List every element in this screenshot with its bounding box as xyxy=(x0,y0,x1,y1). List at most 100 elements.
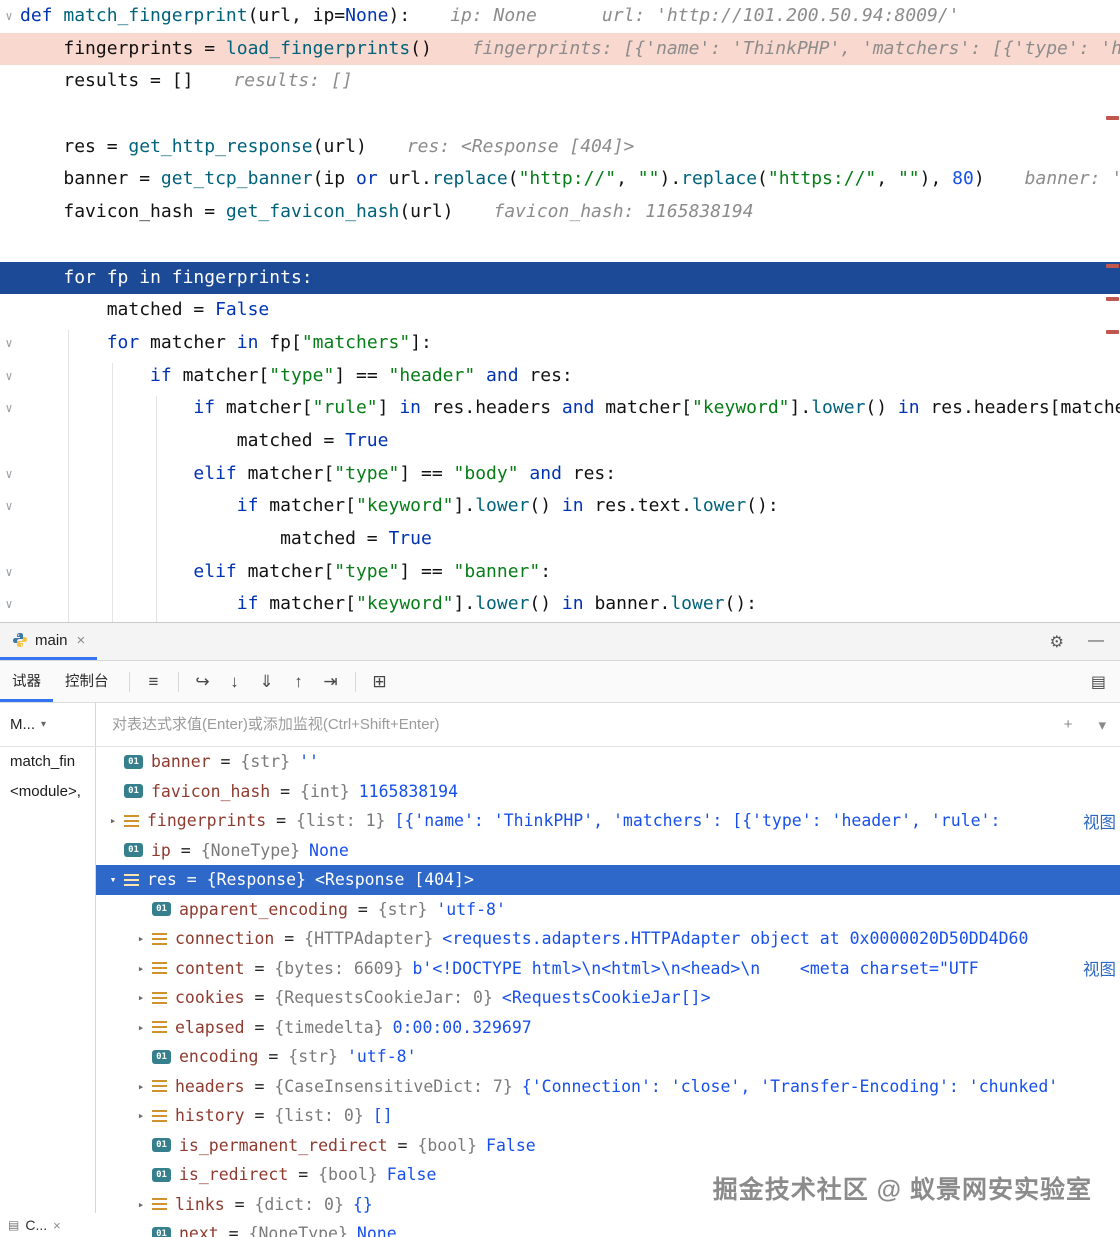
close-icon[interactable]: × xyxy=(53,1218,61,1233)
expand-chevron-icon[interactable]: ▸ xyxy=(130,962,152,975)
code-line[interactable]: favicon_hash = get_favicon_hash(url) favi… xyxy=(0,196,1120,229)
code-line[interactable]: ∨ if matcher["keyword"].lower() in banne… xyxy=(0,588,1120,621)
variable-row[interactable]: 01 is_permanent_redirect = {bool} False xyxy=(96,1131,1120,1161)
tab-debugger[interactable]: 试器 xyxy=(0,661,53,702)
variable-row[interactable]: ▸ links = {dict: 0}{} xyxy=(96,1190,1120,1220)
code-line[interactable]: for fp in fingerprints: xyxy=(0,261,1120,295)
code-line[interactable] xyxy=(0,98,1120,131)
code-line[interactable] xyxy=(0,229,1120,262)
code-line[interactable]: ∨ if matcher["keyword"].lower() in res.t… xyxy=(0,490,1120,523)
variable-row[interactable]: ▸ elapsed = {timedelta} 0:00:00.329697 xyxy=(96,1013,1120,1043)
variable-type: {CaseInsensitiveDict: 7} xyxy=(274,1076,513,1096)
variable-value: b'<!DOCTYPE html>\n<html>\n<head>\n <met… xyxy=(412,958,979,978)
fold-chevron-icon[interactable]: ∨ xyxy=(2,360,16,393)
error-stripe-mark[interactable] xyxy=(1106,116,1119,120)
expand-chevron-icon[interactable]: ▸ xyxy=(130,1021,152,1034)
session-tab-main[interactable]: main × xyxy=(0,623,98,660)
add-watch-icon[interactable]: + xyxy=(1064,716,1073,733)
expand-chevron-icon[interactable]: ▾ xyxy=(102,873,124,886)
variable-value: None xyxy=(356,1224,397,1237)
more-icon[interactable]: ≡ xyxy=(138,672,170,692)
variable-row[interactable]: ▸ content = {bytes: 6609} b'<!DOCTYPE html… xyxy=(96,954,1120,984)
chevron-down-icon[interactable]: ▾ xyxy=(1098,716,1106,734)
fold-chevron-icon[interactable]: ∨ xyxy=(2,588,16,621)
force-step-into-icon[interactable]: ⇓ xyxy=(251,672,283,692)
threads-combo[interactable]: M... ▾ xyxy=(0,703,96,746)
step-into-icon[interactable]: ↓ xyxy=(219,672,251,692)
view-link[interactable]: 视图 xyxy=(1083,809,1120,833)
step-out-icon[interactable]: ↑ xyxy=(283,672,315,692)
error-stripe-mark[interactable] xyxy=(1106,297,1119,301)
variable-row[interactable]: ▸ headers = {CaseInsensitiveDict: 7} {'Con… xyxy=(96,1072,1120,1102)
code-line[interactable]: ∨ if matcher["rule"] in res.headers and … xyxy=(0,392,1120,425)
expand-chevron-icon[interactable]: ▸ xyxy=(130,1109,152,1122)
code-line[interactable]: ∨ def match_fingerprint(url, ip=None): ip:… xyxy=(0,0,1120,33)
fold-chevron-icon[interactable]: ∨ xyxy=(2,392,16,425)
code-line[interactable]: ∨ elif matcher["type"] == "body" and res… xyxy=(0,458,1120,491)
variable-row[interactable]: 01 encoding = {str}'utf-8' xyxy=(96,1042,1120,1072)
evaluate-expression-input[interactable] xyxy=(110,715,1054,734)
fold-chevron-icon[interactable]: ∨ xyxy=(2,490,16,523)
run-to-cursor-icon[interactable]: ⇥ xyxy=(315,672,347,692)
view-breakpoints-icon[interactable]: ⊞ xyxy=(364,672,396,692)
gear-icon[interactable]: ⚙ xyxy=(1050,632,1064,652)
variable-row[interactable]: 01 next = {NoneType} None xyxy=(96,1219,1120,1237)
code-line[interactable]: matched = False xyxy=(0,294,1120,327)
separator xyxy=(128,671,130,692)
variable-name: apparent_encoding xyxy=(179,899,348,919)
variable-row[interactable]: ▸ history = {list: 0}[] xyxy=(96,1101,1120,1131)
variable-name: fingerprints xyxy=(147,811,267,831)
bottom-tab[interactable]: ▤ C... × xyxy=(0,1213,96,1237)
code-line[interactable]: results = [] results: [] xyxy=(0,65,1120,98)
fold-chevron-icon[interactable]: ∨ xyxy=(2,0,16,33)
variable-row[interactable]: 01 is_redirect = {bool} False xyxy=(96,1160,1120,1190)
view-link[interactable]: 视图 xyxy=(1083,956,1120,980)
tab-console[interactable]: 控制台 xyxy=(53,661,121,702)
close-icon[interactable]: × xyxy=(77,632,86,649)
expand-chevron-icon[interactable]: ▸ xyxy=(130,991,152,1004)
variable-row[interactable]: ▸ cookies = {RequestsCookieJar: 0} <Reques… xyxy=(96,983,1120,1013)
error-stripe-mark[interactable] xyxy=(1106,264,1119,268)
variable-name: links xyxy=(175,1194,225,1214)
variable-row[interactable]: ▸ fingerprints = {list: 1} [{'name': 'Thin… xyxy=(96,806,1120,836)
variable-type: {bytes: 6609} xyxy=(274,958,404,978)
code-line[interactable]: ∨ for matcher in fp["matchers"]: xyxy=(0,327,1120,360)
fold-chevron-icon[interactable]: ∨ xyxy=(2,458,16,491)
variable-row[interactable]: ▸ connection = {HTTPAdapter} <requests.ada… xyxy=(96,924,1120,954)
variable-name: is_permanent_redirect xyxy=(179,1135,388,1155)
error-stripe-mark[interactable] xyxy=(1106,330,1119,334)
code-line[interactable]: ∨ if matcher["type"] == "header" and res… xyxy=(0,360,1120,393)
minimize-icon[interactable]: — xyxy=(1088,632,1104,652)
code-line[interactable]: matched = True xyxy=(0,425,1120,458)
expand-chevron-icon[interactable]: ▸ xyxy=(130,932,152,945)
stack-frame[interactable]: <module>, xyxy=(0,777,95,807)
variable-row[interactable]: ▾ res = {Response} <Response [404]> xyxy=(96,865,1120,895)
fold-chevron-icon[interactable]: ∨ xyxy=(2,327,16,360)
code-line[interactable]: banner = get_tcp_banner(ip or url.replac… xyxy=(0,163,1120,196)
expand-chevron-icon[interactable]: ▸ xyxy=(130,1080,152,1093)
variable-type: {list: 0} xyxy=(274,1106,364,1126)
variable-value: None xyxy=(309,840,349,860)
debug-tool-window: main × ⚙ — 试器 控制台 ≡ ↪↓⇓↑⇥ ⊞ ▤ M... ▾ + xyxy=(0,622,1120,1237)
variable-type: {RequestsCookieJar: 0} xyxy=(274,988,493,1008)
variable-row[interactable]: 01 favicon_hash = {int} 1165838194 xyxy=(96,777,1120,807)
primitive-value-icon: 01 xyxy=(152,1226,171,1237)
variable-row[interactable]: 01 banner = {str} '' xyxy=(96,747,1120,777)
code-line[interactable]: fingerprints = load_fingerprints() finger… xyxy=(0,32,1120,66)
object-icon xyxy=(124,873,139,886)
code-line[interactable]: ∨ elif matcher["type"] == "banner": xyxy=(0,556,1120,589)
step-over-icon[interactable]: ↪ xyxy=(187,672,219,692)
fold-chevron-icon[interactable]: ∨ xyxy=(2,556,16,589)
variable-row[interactable]: 01 ip = {NoneType} None xyxy=(96,836,1120,866)
variable-row[interactable]: 01 apparent_encoding = {str}'utf-8' xyxy=(96,895,1120,925)
expand-chevron-icon[interactable]: ▸ xyxy=(102,814,124,827)
primitive-value-icon: 01 xyxy=(124,754,143,769)
variable-value: [] xyxy=(372,1106,393,1126)
variable-value: 0:00:00.329697 xyxy=(392,1017,532,1037)
stack-frame[interactable]: match_fin xyxy=(0,747,95,777)
code-line[interactable]: res = get_http_response(url) res: <Respon… xyxy=(0,131,1120,164)
expand-chevron-icon[interactable]: ▸ xyxy=(130,1198,152,1211)
primitive-value-icon: 01 xyxy=(152,1049,171,1064)
code-line[interactable]: matched = True xyxy=(0,523,1120,556)
layout-icon[interactable]: ▤ xyxy=(1091,672,1120,692)
